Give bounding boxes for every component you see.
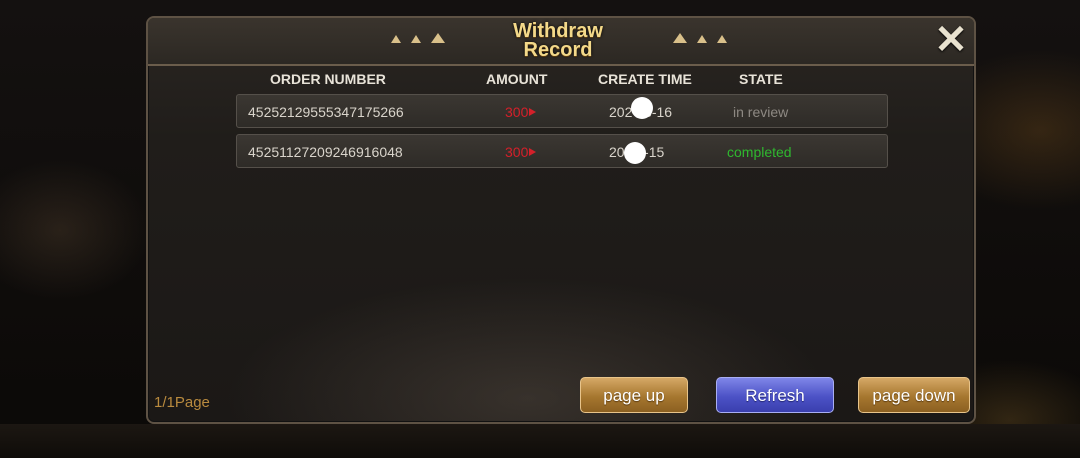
order-number-cell: 45252129555347175266: [248, 104, 404, 120]
page-down-button[interactable]: page down: [858, 377, 970, 413]
spade-ornament-icon: [391, 33, 445, 43]
state-cell: in review: [733, 104, 789, 120]
withdraw-record-dialog: Withdraw Record ✕ ORDER NUMBER AMOUNT CR…: [146, 16, 976, 424]
touch-indicator: [624, 142, 646, 164]
column-header-amount: AMOUNT: [486, 71, 548, 87]
amount-cell: 300: [505, 104, 536, 120]
table-row: 45251127209246916048 300 20 08-15 comple…: [236, 134, 888, 168]
touch-indicator: [631, 97, 653, 119]
amount-cell: 300: [505, 144, 536, 160]
table-row: 45252129555347175266 300 202 08-16 in re…: [236, 94, 888, 128]
dialog-title: Withdraw Record: [478, 21, 638, 61]
page-up-button[interactable]: page up: [580, 377, 688, 413]
spade-ornament-icon: [673, 33, 727, 43]
column-header-create-time: CREATE TIME: [598, 71, 692, 87]
background-bottom-bar: [0, 424, 1080, 458]
page-indicator: 1/1Page: [154, 394, 210, 411]
order-number-cell: 45251127209246916048: [248, 144, 403, 160]
state-cell: completed: [727, 144, 792, 160]
close-icon[interactable]: ✕: [931, 20, 971, 60]
column-header-state: STATE: [739, 71, 783, 87]
dialog-header: Withdraw Record ✕: [148, 18, 974, 66]
dialog-title-line2: Record: [523, 39, 593, 61]
column-header-order-number: ORDER NUMBER: [270, 71, 386, 87]
refresh-button[interactable]: Refresh: [716, 377, 834, 413]
